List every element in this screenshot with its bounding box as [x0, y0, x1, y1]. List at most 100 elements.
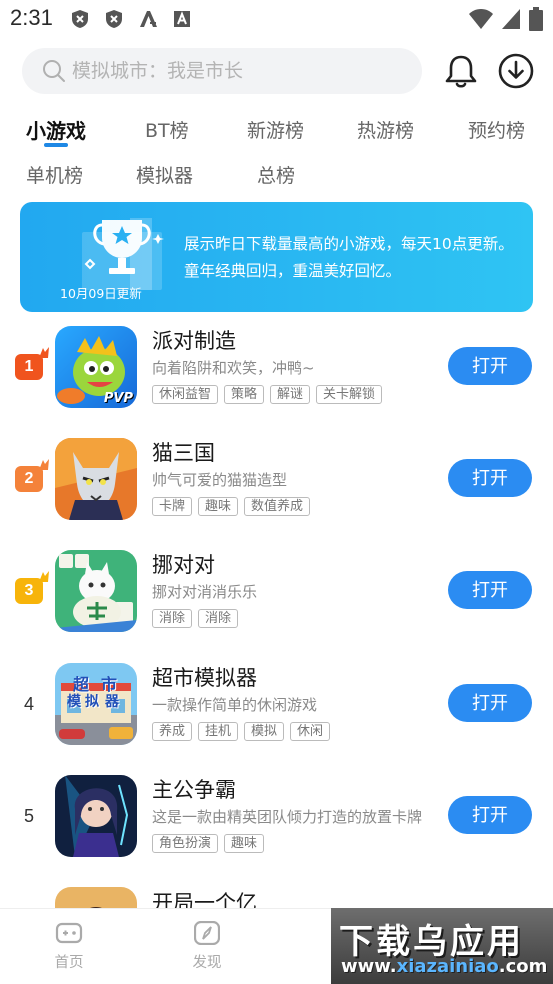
tag-list: 角色扮演 趣味 — [152, 834, 265, 853]
rank-number: 5 — [23, 806, 34, 826]
watermark-url-prefix: www. — [341, 956, 397, 977]
ranking-banner[interactable]: 10月09日更新 展示昨日下载量最高的小游戏，每天10点更新。童年经典回归，重温… — [20, 202, 533, 312]
rank-number: 1 — [24, 358, 34, 375]
tab-emulator[interactable]: 模拟器 — [136, 161, 193, 188]
tab-bt[interactable]: BT榜 — [145, 116, 189, 143]
tag: 休闲 — [290, 722, 331, 741]
tag: 挂机 — [198, 722, 239, 741]
shield-icon — [72, 10, 88, 28]
rank-number: 3 — [24, 582, 34, 599]
search-bar[interactable] — [22, 48, 422, 94]
nav-home[interactable]: 首页 — [39, 921, 99, 972]
game-icon[interactable]: 超 市 模 拟 器 — [55, 663, 137, 745]
nav-discover-label: 发现 — [192, 955, 222, 971]
open-button[interactable]: 打开 — [448, 347, 532, 385]
watermark-url: www.xiazainiao.com — [341, 956, 547, 977]
compass-icon — [194, 921, 220, 945]
tag: 策略 — [224, 385, 265, 404]
game-description: 帅气可爱的猫猫造型 — [152, 471, 288, 489]
game-description: 这是一款由精英团队倾力打造的放置卡牌 — [152, 808, 423, 826]
game-icon[interactable] — [55, 438, 137, 520]
rank-badge: 1 — [15, 347, 49, 380]
open-button[interactable]: 打开 — [448, 796, 532, 834]
icon-char: 器 — [105, 694, 119, 710]
tag-list: 养成 挂机 模拟 休闲 — [152, 722, 331, 741]
nav-home-label: 首页 — [54, 955, 84, 971]
trophy-icon — [82, 218, 164, 290]
tag-list: 休闲益智 策略 解谜 关卡解锁 — [152, 385, 383, 404]
tag: 角色扮演 — [152, 834, 219, 853]
watermark-logo: 下载乌应用 www.xiazainiao.com — [331, 908, 553, 984]
status-right — [469, 7, 543, 31]
flame-icon — [39, 347, 49, 358]
rank-badge: 4 — [15, 691, 43, 717]
tab-reservation[interactable]: 预约榜 — [468, 116, 525, 143]
app-a-box-icon — [174, 11, 190, 27]
flame-icon — [39, 459, 49, 470]
tag: 解谜 — [270, 385, 311, 404]
tag: 消除 — [198, 609, 239, 628]
tab-mini-games[interactable]: 小游戏 — [26, 115, 86, 144]
gamepad-icon — [55, 922, 83, 944]
game-icon[interactable] — [55, 775, 137, 857]
list-item[interactable]: 3 挪对对 挪对对消消乐乐 消除 消除 打开 — [0, 547, 553, 647]
bell-icon[interactable] — [442, 52, 480, 90]
icon-char: 模 — [67, 694, 81, 710]
rank-number: 4 — [23, 694, 34, 714]
search-input[interactable] — [72, 48, 412, 94]
icon-char: 拟 — [85, 694, 99, 710]
battery-icon — [529, 7, 543, 31]
wifi-icon — [469, 9, 493, 29]
search-icon — [43, 60, 65, 82]
download-icon[interactable] — [497, 52, 535, 90]
app-a-icon — [140, 11, 157, 27]
game-icon[interactable] — [55, 550, 137, 632]
tab-overall[interactable]: 总榜 — [257, 161, 295, 188]
tag: 关卡解锁 — [316, 385, 383, 404]
list-item[interactable]: 2 猫三国 帅气可爱的猫猫造型 卡牌 趣味 数值养成 打开 — [0, 435, 553, 535]
pvp-label: PVP — [103, 391, 133, 406]
banner-description: 展示昨日下载量最高的小游戏，每天10点更新。童年经典回归，重温美好回忆。 — [184, 235, 514, 280]
rank-badge: 3 — [15, 571, 49, 604]
game-name: 超市模拟器 — [152, 666, 257, 690]
tab-active-indicator — [44, 143, 68, 147]
game-name: 主公争霸 — [152, 778, 236, 802]
game-description: 一款操作简单的休闲游戏 — [152, 696, 318, 714]
game-name: 挪对对 — [152, 553, 215, 577]
rank-number: 2 — [24, 470, 34, 487]
shield-icon — [106, 10, 122, 28]
game-description: 向着陷阱和欢笑，冲鸭~ — [152, 359, 315, 377]
tag: 消除 — [152, 609, 193, 628]
list-item[interactable]: 4 超 市 模 拟 器 超市模拟器 一款操作简单的休闲游戏 养成 挂机 模拟 休… — [0, 660, 553, 760]
game-name: 派对制造 — [152, 329, 236, 353]
watermark-url-main: xiazainiao — [396, 956, 499, 977]
list-item[interactable]: 5 主公争霸 这是一款由精英团队倾力打造的放置卡牌 角色扮演 趣味 打开 — [0, 772, 553, 872]
tag: 模拟 — [244, 722, 285, 741]
open-button[interactable]: 打开 — [448, 684, 532, 722]
game-icon[interactable]: PVP — [55, 326, 137, 408]
tag: 数值养成 — [244, 497, 311, 516]
tag: 卡牌 — [152, 497, 193, 516]
signal-icon — [502, 9, 520, 29]
tag-list: 卡牌 趣味 数值养成 — [152, 497, 311, 516]
tag: 趣味 — [224, 834, 265, 853]
nav-discover[interactable]: 发现 — [177, 921, 237, 972]
watermark-url-suffix: .com — [498, 956, 548, 977]
tab-standalone[interactable]: 单机榜 — [26, 161, 83, 188]
flame-icon — [39, 571, 49, 582]
tab-new-games[interactable]: 新游榜 — [247, 116, 304, 143]
status-time: 2:31 — [10, 5, 53, 30]
open-button[interactable]: 打开 — [448, 459, 532, 497]
tag: 休闲益智 — [152, 385, 219, 404]
list-item[interactable]: 1 PVP 派对制造 向着陷阱和欢笑，冲鸭~ 休闲益智 策略 解谜 关卡解锁 打 — [0, 323, 553, 423]
game-description: 挪对对消消乐乐 — [152, 583, 258, 601]
banner-date: 10月09日更新 — [60, 286, 142, 301]
rank-badge: 5 — [15, 803, 43, 829]
open-button[interactable]: 打开 — [448, 571, 532, 609]
screen: 2:31 模拟城市：我是市长 小游戏 BT榜 新游榜 热游榜 预约榜 单机榜 模… — [0, 0, 553, 984]
game-name: 猫三国 — [152, 441, 215, 465]
tab-hot-games[interactable]: 热游榜 — [357, 116, 414, 143]
tag: 养成 — [152, 722, 193, 741]
status-bar: 2:31 — [0, 0, 553, 38]
tag-list: 消除 消除 — [152, 609, 239, 628]
